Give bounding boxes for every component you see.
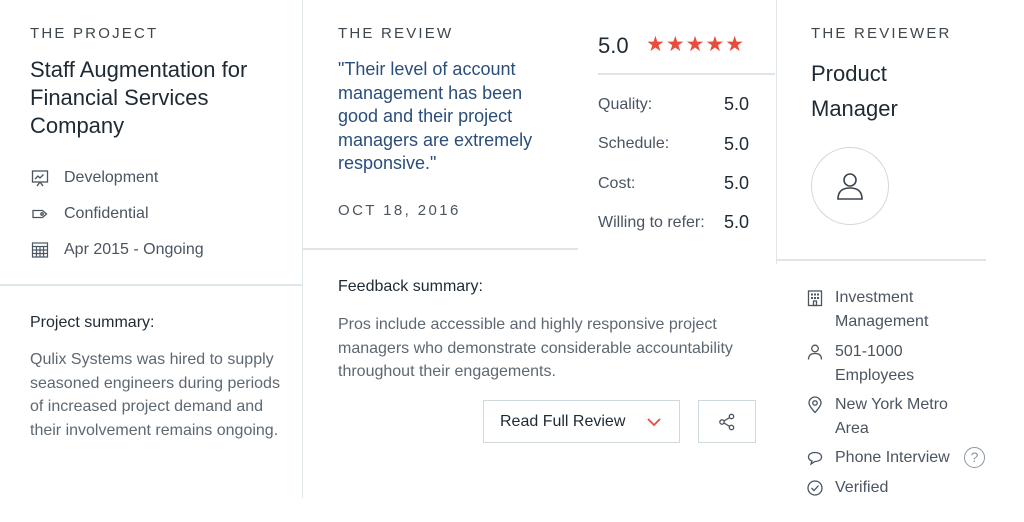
rating-schedule-label: Schedule: [598,135,670,152]
rating-quality-value: 5.0 [724,94,750,114]
share-icon [719,413,735,430]
chat-bubble-icon [807,451,823,466]
divider-review-feedback [303,248,578,250]
reviewer-section-label: THE REVIEWER [811,25,952,42]
user-icon [837,173,863,200]
project-dates: Apr 2015 - Ongoing [30,240,204,260]
tag-icon [32,209,48,219]
review-section-label: THE REVIEW [338,25,454,42]
reviewer-interview-type-label: Phone Interview [835,449,950,466]
chevron-down-icon [647,418,661,427]
rating-quality-label: Quality: [598,96,653,113]
building-icon [807,290,823,307]
reviewer-location: New York Metro Area [806,393,975,441]
reviewer-interview-type: Phone Interview [806,446,975,470]
project-section-label: THE PROJECT [30,25,159,42]
project-service: Development [30,168,158,188]
rating-refer-value: 5.0 [724,212,750,232]
location-pin-icon [808,396,822,414]
project-budget: Confidential [30,204,149,224]
divider-review-reviewer [776,0,777,264]
rating-schedule-value: 5.0 [724,134,750,154]
rating-refer-label: Willing to refer: [598,214,705,231]
reviewer-industry: Investment Management [806,286,975,334]
feedback-summary-text: Pros include accessible and highly respo… [338,316,733,380]
reviewer-industry-label: Investment Management [835,289,929,330]
project-summary-heading: Project summary: [30,314,155,331]
reviewer-title: Product Manager [811,61,898,121]
project-service-label: Development [64,169,159,186]
reviewer-status: Verified [806,476,975,500]
rating-cost-label: Cost: [598,175,636,192]
read-full-review-label: Read Full Review [500,412,626,430]
reviewer-status-label: Verified [835,479,889,496]
overall-score: 5.0 [598,33,629,58]
calendar-icon [31,242,49,258]
share-button[interactable] [698,400,756,443]
avatar [811,147,889,225]
project-summary-text: Qulix Systems was hired to supply season… [30,351,280,439]
review-date: OCT 18, 2016 [338,202,461,219]
divider-score [598,73,775,75]
rating-cost-value: 5.0 [724,173,750,193]
divider-project-summary [0,284,302,286]
reviewer-company-size-label: 501-1000 Employees [835,343,915,384]
person-icon [807,344,823,360]
feedback-summary-heading: Feedback summary: [338,278,483,295]
star-rating: ★★★★★ [646,33,746,56]
divider-reviewer-info [777,259,986,261]
reviewer-company-size: 501-1000 Employees [806,340,975,388]
project-budget-label: Confidential [64,205,149,222]
presentation-icon [31,170,49,187]
project-dates-label: Apr 2015 - Ongoing [64,241,204,258]
check-circle-icon [807,480,823,496]
help-icon[interactable]: ? [964,447,985,468]
project-title: Staff Augmentation for Financial Service… [30,57,248,138]
review-quote: "Their level of account management has b… [338,59,533,173]
reviewer-location-label: New York Metro Area [835,396,948,437]
read-full-review-button[interactable]: Read Full Review [483,400,680,443]
